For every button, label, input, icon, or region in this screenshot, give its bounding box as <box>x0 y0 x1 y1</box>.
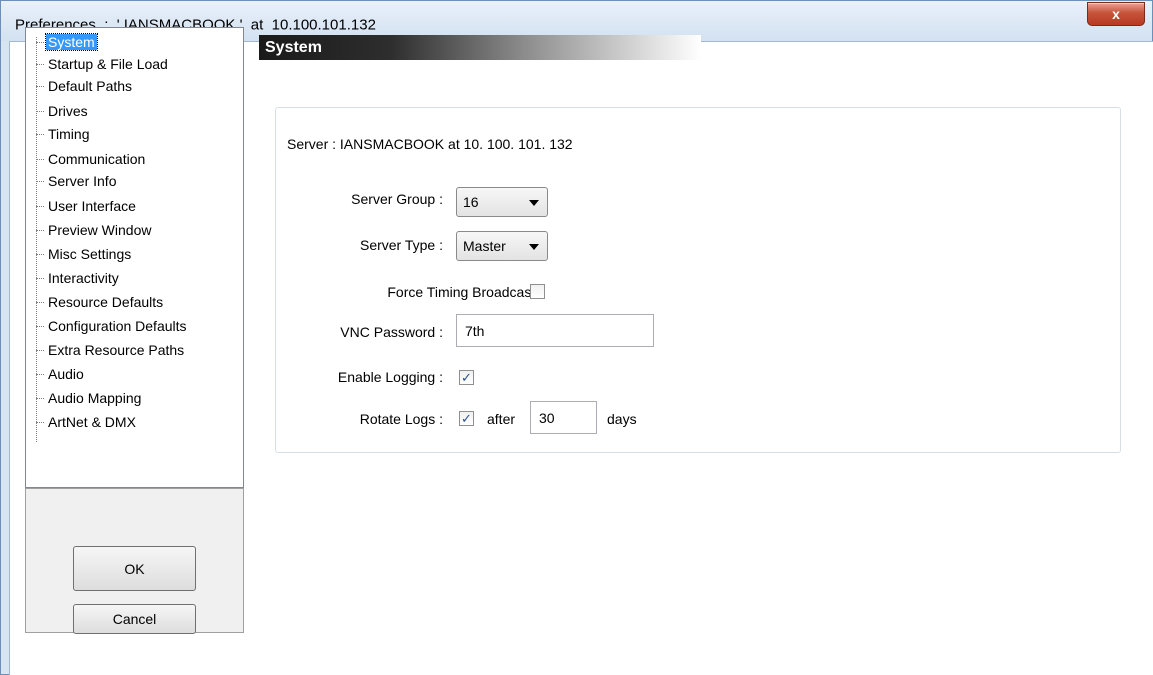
server-type-select[interactable]: Master <box>456 231 548 261</box>
chevron-down-icon <box>529 244 539 250</box>
rotate-days-value: 30 <box>539 409 555 426</box>
server-group-select[interactable]: 16 <box>456 187 548 217</box>
tree-item-server-info[interactable]: Server Info <box>36 171 118 191</box>
tree-item-user-interface[interactable]: User Interface <box>36 196 138 216</box>
button-panel: OK Cancel <box>25 488 244 634</box>
tree-item-audio[interactable]: Audio <box>36 364 86 384</box>
server-group-title: Server : IANSMACBOOK at 10. 100. 101. 13… <box>283 136 577 152</box>
ok-button[interactable]: OK <box>73 546 196 591</box>
server-groupbox <box>275 107 1121 453</box>
ok-button-label: OK <box>124 560 145 577</box>
close-button[interactable]: x <box>1087 2 1145 26</box>
preferences-window: Preferences : ' IANSMACBOOK ' at 10.100.… <box>0 0 1153 675</box>
tree-item-startup-file-load[interactable]: Startup & File Load <box>36 54 170 74</box>
section-header: System <box>259 35 701 60</box>
vnc-password-label: VNC Password : <box>340 324 443 340</box>
tree-item-communication[interactable]: Communication <box>36 149 147 169</box>
vnc-password-input[interactable]: 7th <box>456 314 654 347</box>
after-label: after <box>487 411 516 427</box>
tree-item-artnet-dmx[interactable]: ArtNet & DMX <box>36 412 138 432</box>
checkmark-icon: ✓ <box>461 411 472 426</box>
tree-item-configuration-defaults[interactable]: Configuration Defaults <box>36 316 189 336</box>
tree-item-drives[interactable]: Drives <box>36 101 90 121</box>
close-icon: x <box>1112 6 1120 22</box>
server-group-label: Server Group : <box>351 191 443 207</box>
tree-item-system[interactable]: System <box>36 32 98 52</box>
chevron-down-icon <box>529 200 539 206</box>
tree-item-interactivity[interactable]: Interactivity <box>36 268 121 288</box>
vnc-password-value: 7th <box>465 322 485 339</box>
enable-logging-checkbox[interactable]: ✓ <box>459 370 474 385</box>
checkmark-icon: ✓ <box>461 370 472 385</box>
tree-item-preview-window[interactable]: Preview Window <box>36 220 153 240</box>
preferences-tree[interactable]: System Startup & File Load Default Paths… <box>25 27 244 488</box>
rotate-logs-checkbox[interactable]: ✓ <box>459 411 474 426</box>
enable-logging-label: Enable Logging : <box>337 369 443 385</box>
tree-item-resource-defaults[interactable]: Resource Defaults <box>36 292 165 312</box>
section-title: System <box>265 38 322 56</box>
rotate-logs-label: Rotate Logs : <box>359 411 443 427</box>
server-type-label: Server Type : <box>359 237 443 253</box>
cancel-button[interactable]: Cancel <box>73 604 196 634</box>
tree-item-extra-resource-paths[interactable]: Extra Resource Paths <box>36 340 186 360</box>
server-group-value: 16 <box>463 194 479 210</box>
tree-item-default-paths[interactable]: Default Paths <box>36 76 134 96</box>
force-timing-label: Force Timing Broadcast : <box>387 284 543 300</box>
force-timing-checkbox[interactable] <box>530 284 545 299</box>
tree-item-misc-settings[interactable]: Misc Settings <box>36 244 133 264</box>
tree-item-timing[interactable]: Timing <box>36 124 92 144</box>
tree-item-audio-mapping[interactable]: Audio Mapping <box>36 388 143 408</box>
server-type-value: Master <box>463 238 506 254</box>
days-label: days <box>607 411 637 427</box>
cancel-button-label: Cancel <box>112 611 157 627</box>
rotate-days-input[interactable]: 30 <box>530 401 597 434</box>
